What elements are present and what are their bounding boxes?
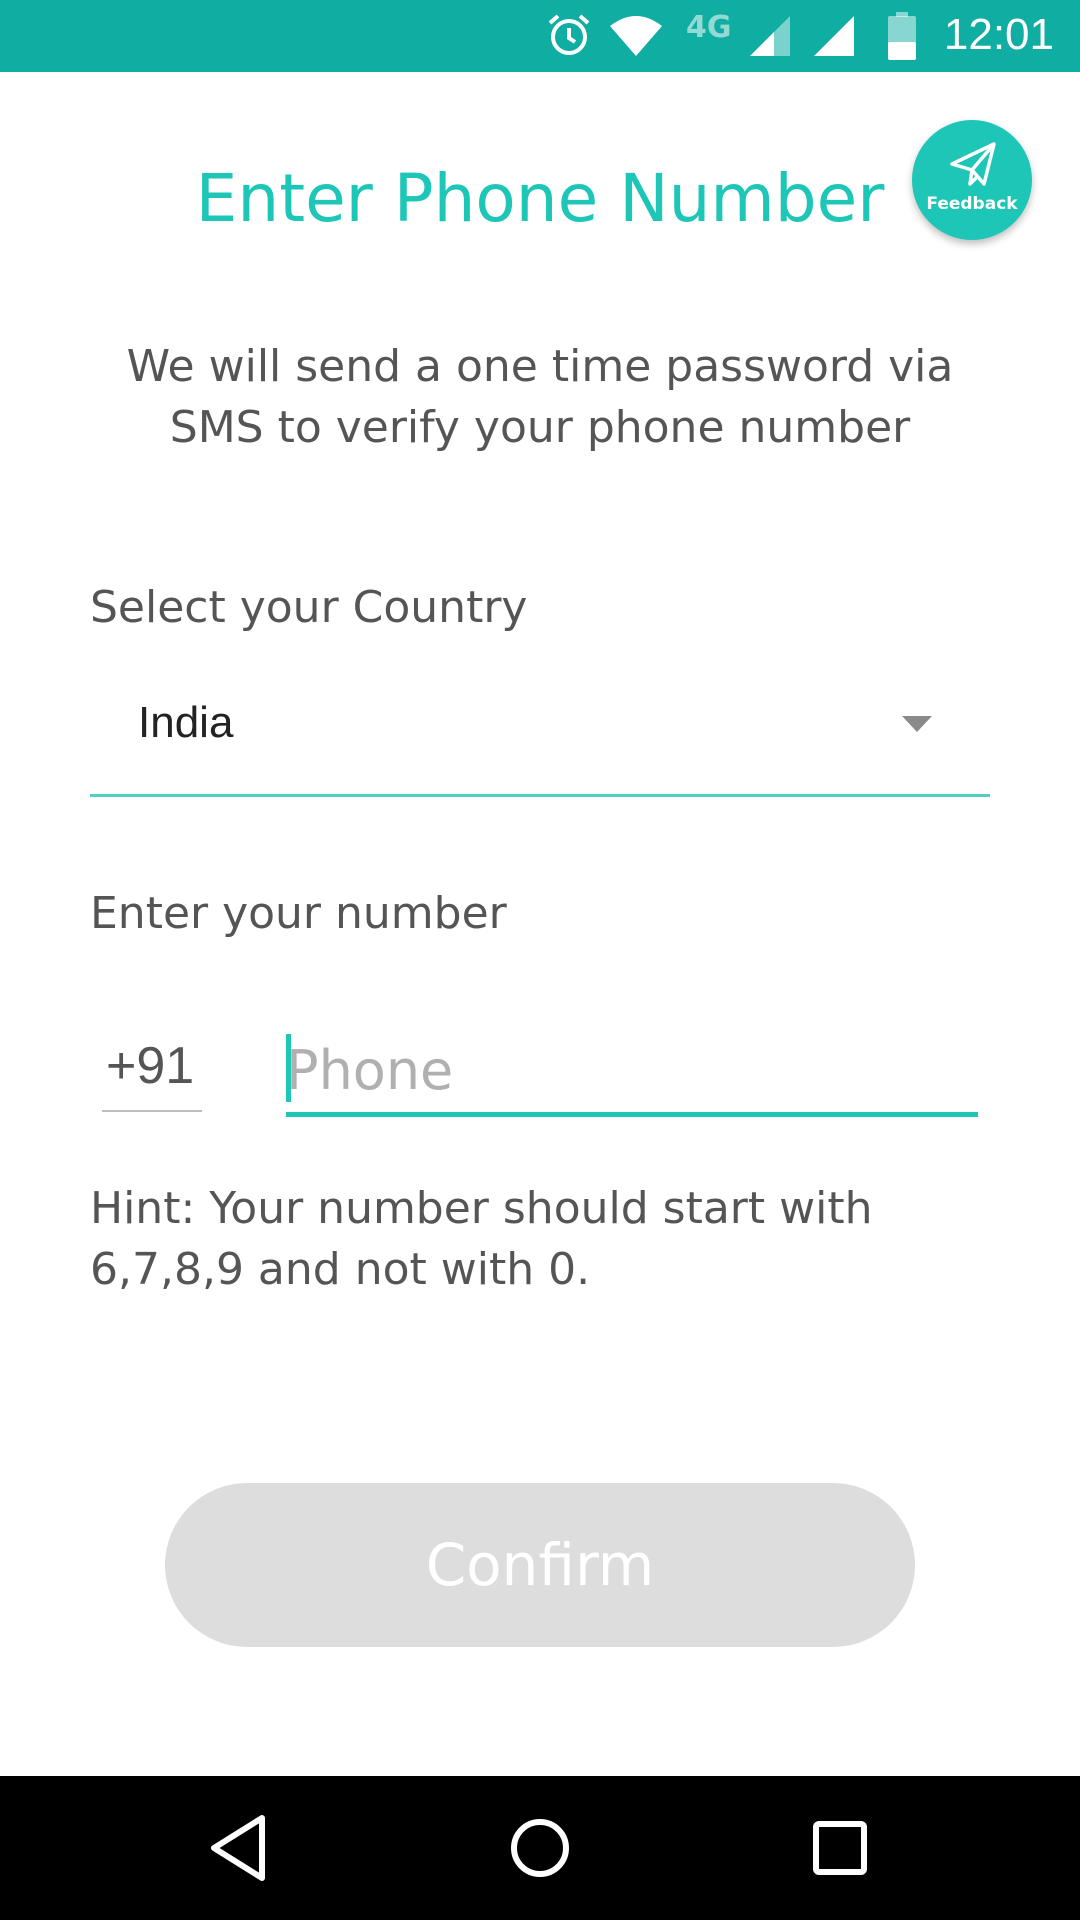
status-bar: 4G 12:01 <box>0 0 1080 72</box>
alarm-icon <box>546 12 592 62</box>
phone-input[interactable] <box>286 1028 978 1117</box>
dial-code-value: +91 <box>106 1037 195 1095</box>
intro-text: We will send a one time password via SMS… <box>126 341 954 453</box>
chevron-down-icon <box>902 716 932 736</box>
home-icon <box>511 1819 569 1877</box>
confirm-button[interactable]: Confirm <box>165 1483 915 1647</box>
network-type-label: 4G <box>686 10 732 45</box>
feedback-button[interactable]: Feedback <box>912 120 1032 240</box>
home-button[interactable] <box>440 1776 640 1920</box>
phone-label: Enter your number <box>90 888 507 939</box>
signal-icon <box>748 14 792 62</box>
recents-icon <box>813 1821 867 1875</box>
country-label: Select your Country <box>90 582 528 633</box>
country-selected-value: India <box>138 698 234 747</box>
back-button[interactable] <box>140 1776 340 1920</box>
dial-code: +91 <box>102 1030 202 1112</box>
country-dropdown[interactable]: India <box>90 680 990 797</box>
paper-plane-icon <box>950 142 996 186</box>
clock: 12:01 <box>943 10 1054 59</box>
navigation-bar <box>0 1776 1080 1920</box>
signal-icon <box>812 14 856 62</box>
back-icon <box>211 1815 265 1881</box>
recents-button[interactable] <box>740 1776 940 1920</box>
hint-text: Hint: Your number should start with 6,7,… <box>90 1183 873 1295</box>
battery-icon <box>888 12 916 64</box>
text-cursor <box>286 1034 291 1102</box>
wifi-icon <box>608 14 664 62</box>
feedback-label: Feedback <box>926 194 1018 214</box>
